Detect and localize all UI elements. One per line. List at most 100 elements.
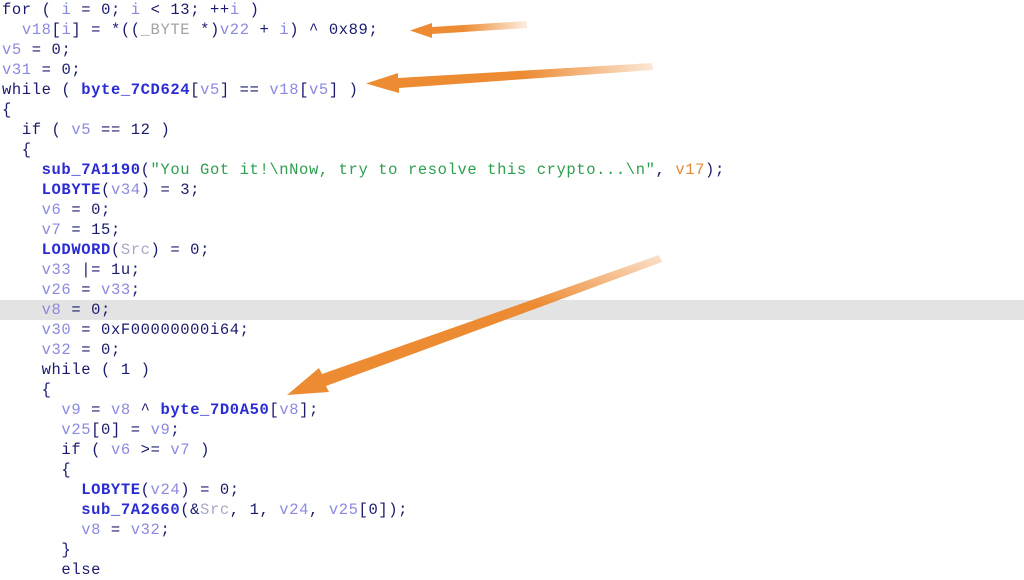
code-token-punct: (: [140, 161, 151, 179]
code-token-num: 0x89: [328, 21, 369, 39]
code-token-punct: ,: [259, 501, 280, 519]
code-token-punct: ;: [71, 61, 82, 79]
code-token-num: 0: [219, 481, 230, 499]
code-line[interactable]: v5 = 0;: [0, 40, 1024, 60]
code-token-fn: byte_7D0A50: [160, 401, 270, 419]
code-token-punct: ): [190, 441, 210, 459]
code-token-punct: {: [2, 101, 12, 119]
code-line[interactable]: while ( byte_7CD624[v5] == v18[v5] ): [0, 80, 1024, 100]
code-token-punct: ;: [130, 261, 141, 279]
code-token-punct: (&: [180, 501, 201, 519]
code-token-punct: [2, 361, 42, 379]
code-token-punct: (: [51, 81, 82, 99]
code-token-fn: byte_7CD624: [81, 81, 191, 99]
code-token-var: i: [61, 21, 72, 39]
code-token-punct: (: [91, 361, 121, 379]
code-line[interactable]: LOBYTE(v24) = 0;: [0, 480, 1024, 500]
code-token-punct: (: [101, 181, 111, 199]
code-token-var: v8: [279, 401, 300, 419]
code-token-punct: ] = *((: [71, 21, 141, 39]
code-token-punct: ;: [130, 281, 141, 299]
code-token-num: 0: [61, 61, 72, 79]
code-token-punct: =: [61, 201, 92, 219]
code-line[interactable]: v25[0] = v9;: [0, 420, 1024, 440]
code-token-punct: ,: [309, 501, 329, 519]
code-token-punct: (: [110, 241, 121, 259]
code-token-punct: ) =: [180, 481, 220, 499]
code-line[interactable]: v6 = 0;: [0, 200, 1024, 220]
code-token-punct: =: [101, 521, 131, 539]
code-line[interactable]: for ( i = 0; i < 13; ++i ): [0, 0, 1024, 20]
code-line[interactable]: {: [0, 460, 1024, 480]
code-token-punct: [2, 481, 81, 499]
code-token-punct: [2, 221, 42, 239]
code-token-punct: =: [31, 61, 62, 79]
code-token-punct: =: [71, 1, 102, 19]
code-token-punct: [2, 421, 61, 439]
code-token-var: v7: [41, 221, 62, 239]
code-line[interactable]: v30 = 0xF00000000i64;: [0, 320, 1024, 340]
code-token-punct: }: [2, 541, 72, 559]
code-line[interactable]: v8 = v32;: [0, 520, 1024, 540]
code-token-punct: =: [71, 321, 102, 339]
code-token-var: v9: [150, 421, 171, 439]
code-line[interactable]: }: [0, 540, 1024, 560]
code-token-punct: ;: [368, 21, 379, 39]
code-token-num: 0: [190, 241, 201, 259]
code-token-var: v8: [81, 521, 102, 539]
code-line[interactable]: v31 = 0;: [0, 60, 1024, 80]
code-token-var: v24: [279, 501, 310, 519]
code-token-var: i: [130, 1, 141, 19]
code-line[interactable]: {: [0, 140, 1024, 160]
code-line[interactable]: sub_7A2660(&Src, 1, v24, v25[0]);: [0, 500, 1024, 520]
code-token-fn: LOBYTE: [41, 181, 102, 199]
code-token-punct: [2, 181, 42, 199]
code-line[interactable]: else: [0, 560, 1024, 580]
code-token-punct: ,: [229, 501, 250, 519]
code-line[interactable]: v26 = v33;: [0, 280, 1024, 300]
code-line[interactable]: sub_7A1190("You Got it!\nNow, try to res…: [0, 160, 1024, 180]
code-line[interactable]: while ( 1 ): [0, 360, 1024, 380]
code-line[interactable]: v7 = 15;: [0, 220, 1024, 240]
code-token-punct: [: [51, 21, 62, 39]
code-token-punct: ;: [101, 201, 111, 219]
code-token-var: v18: [21, 21, 52, 39]
code-token-punct: (: [41, 121, 72, 139]
code-token-punct: [2, 521, 81, 539]
code-token-str: "You Got it!\nNow, try to resolve this c…: [150, 161, 656, 179]
code-token-punct: [: [91, 421, 102, 439]
code-token-punct: [2, 201, 42, 219]
code-token-var: v25: [328, 501, 359, 519]
code-token-punct: =: [61, 301, 92, 319]
code-token-punct: );: [705, 161, 725, 179]
code-listing[interactable]: for ( i = 0; i < 13; ++i ) v18[i] = *((_…: [0, 0, 1024, 580]
code-token-punct: >=: [130, 441, 171, 459]
code-token-punct: ;: [110, 341, 121, 359]
code-line[interactable]: LOBYTE(v34) = 3;: [0, 180, 1024, 200]
code-token-var: v6: [110, 441, 131, 459]
code-token-global: Src: [120, 241, 151, 259]
code-line-highlighted[interactable]: v8 = 0;: [0, 300, 1024, 320]
code-line[interactable]: if ( v5 == 12 ): [0, 120, 1024, 140]
code-token-fn: LODWORD: [41, 241, 111, 259]
code-line[interactable]: {: [0, 100, 1024, 120]
code-line[interactable]: v18[i] = *((_BYTE *)v22 + i) ^ 0x89;: [0, 20, 1024, 40]
code-token-var: v33: [101, 281, 131, 299]
code-token-punct: [2, 501, 81, 519]
code-line[interactable]: v9 = v8 ^ byte_7D0A50[v8];: [0, 400, 1024, 420]
code-token-punct: ): [130, 361, 151, 379]
code-token-var: v18: [269, 81, 300, 99]
code-token-punct: [2, 341, 42, 359]
code-line[interactable]: v33 |= 1u;: [0, 260, 1024, 280]
code-line[interactable]: v32 = 0;: [0, 340, 1024, 360]
code-token-fn: sub_7A1190: [41, 161, 141, 179]
code-token-punct: (: [140, 481, 151, 499]
code-token-var: v5: [2, 41, 22, 59]
code-token-punct: ;: [170, 421, 181, 439]
code-token-num: 0: [101, 341, 111, 359]
code-token-punct: [: [299, 81, 310, 99]
pseudocode-view[interactable]: for ( i = 0; i < 13; ++i ) v18[i] = *((_…: [0, 0, 1024, 579]
code-line[interactable]: {: [0, 380, 1024, 400]
code-line[interactable]: LODWORD(Src) = 0;: [0, 240, 1024, 260]
code-line[interactable]: if ( v6 >= v7 ): [0, 440, 1024, 460]
